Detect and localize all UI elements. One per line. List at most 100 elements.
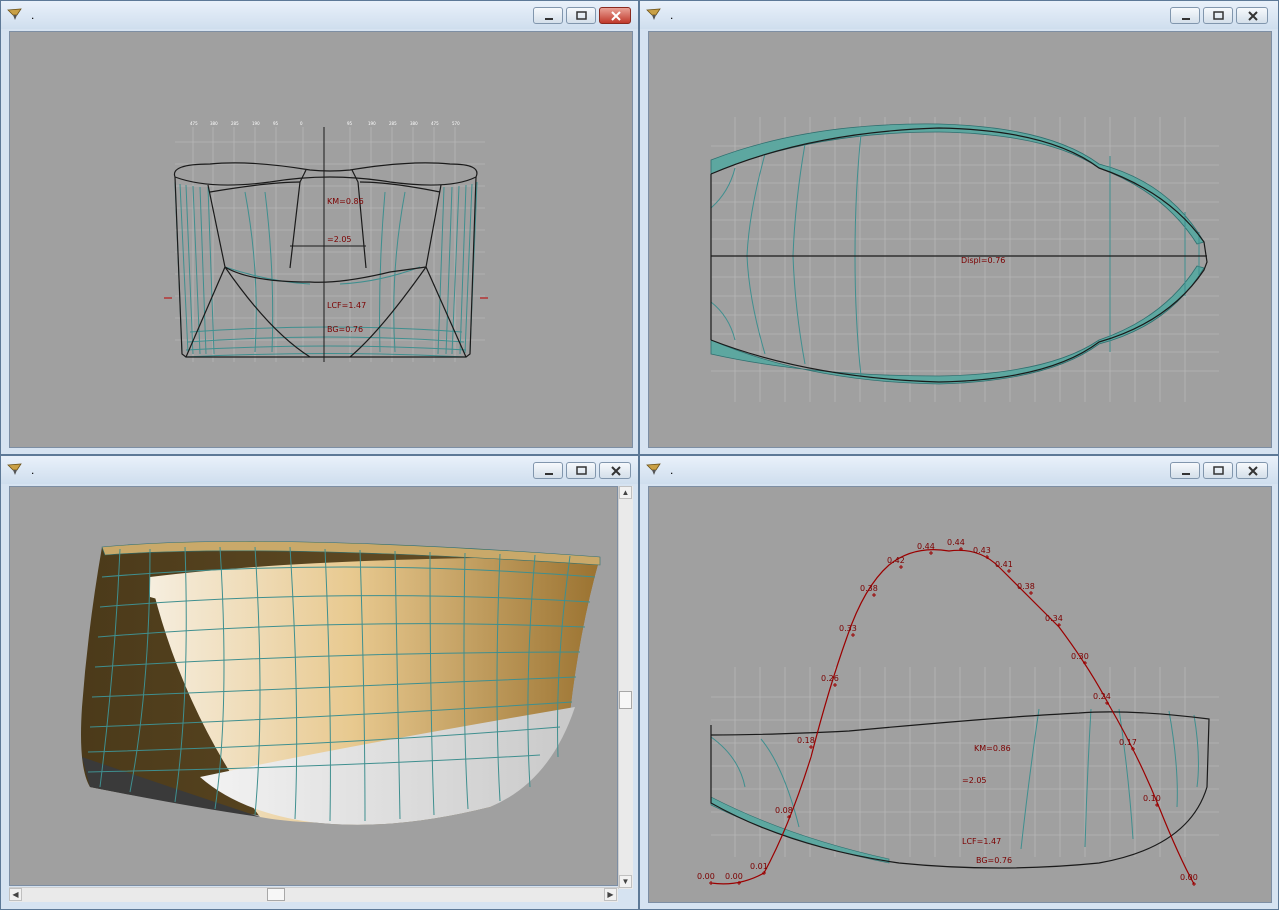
- close-button[interactable]: [1236, 7, 1268, 24]
- scroll-right-button[interactable]: ▶: [604, 888, 617, 901]
- app-icon: [646, 463, 661, 475]
- svg-text:475: 475: [431, 121, 439, 126]
- profile-view-window: . KM=0.86 =2.05 LCF=1.47 BG=0.76 0.00 0.…: [639, 455, 1279, 910]
- curve-point-marker: [709, 881, 713, 885]
- window-title: .: [670, 463, 674, 477]
- curve-point-label: 0.08: [775, 806, 793, 815]
- plan-view-window: . Displ=0.76: [639, 0, 1279, 455]
- curve-point-marker: [899, 565, 903, 569]
- app-icon: [646, 8, 661, 20]
- scroll-thumb[interactable]: [267, 888, 285, 901]
- svg-text:95: 95: [273, 121, 279, 126]
- render-view-canvas[interactable]: [9, 486, 618, 886]
- svg-text:570: 570: [452, 121, 460, 126]
- close-button[interactable]: [599, 462, 631, 479]
- title-bar[interactable]: .: [640, 1, 1278, 29]
- kb-label: =2.05: [962, 776, 987, 785]
- profile-stations: [710, 708, 1199, 850]
- scroll-left-button[interactable]: ◀: [9, 888, 22, 901]
- svg-text:190: 190: [252, 121, 260, 126]
- displacement-label: Displ=0.76: [961, 256, 1005, 265]
- svg-text:475: 475: [190, 121, 198, 126]
- curve-point-marker: [929, 551, 933, 555]
- kb-label: =2.05: [327, 235, 352, 244]
- curve-point-marker: [833, 683, 837, 687]
- km-label: KM=0.86: [974, 744, 1011, 753]
- title-bar[interactable]: .: [1, 456, 638, 484]
- curve-point-label: 0.43: [973, 546, 991, 555]
- title-bar[interactable]: .: [1, 1, 638, 29]
- window-title: .: [670, 8, 674, 22]
- curve-point-label: 0.00: [697, 872, 715, 881]
- curve-point-label: 0.00: [1180, 873, 1198, 882]
- curve-point-label: 0.34: [1045, 614, 1063, 623]
- lcf-label: LCF=1.47: [327, 301, 366, 310]
- curve-point-label: 0.44: [917, 542, 935, 551]
- window-title: .: [31, 8, 35, 22]
- svg-text:0: 0: [300, 121, 303, 126]
- maximize-button[interactable]: [566, 462, 596, 479]
- app-icon: [7, 463, 22, 475]
- km-label: KM=0.86: [327, 197, 364, 206]
- title-bar[interactable]: .: [640, 456, 1278, 484]
- render-view-window: . ▲ ▼ ◀ ▶: [0, 455, 639, 910]
- app-icon: [7, 8, 22, 20]
- maximize-button[interactable]: [1203, 462, 1233, 479]
- hull-stations: [710, 133, 1200, 377]
- curve-point-marker: [872, 593, 876, 597]
- plan-markers: Displ=0.76: [961, 256, 1005, 265]
- vertical-scrollbar[interactable]: ▲ ▼: [618, 486, 633, 889]
- curve-point-marker: [809, 745, 813, 749]
- front-view-window: . 475 380 285 190 95 0 95 190 285 380 47…: [0, 0, 639, 455]
- scroll-down-button[interactable]: ▼: [619, 875, 632, 888]
- svg-text:285: 285: [389, 121, 397, 126]
- curve-line: [710, 549, 1195, 885]
- maximize-button[interactable]: [566, 7, 596, 24]
- curve-point-label: 0.30: [1071, 652, 1089, 661]
- curve-point-label: 0.24: [1093, 692, 1111, 701]
- curve-point-label: 0.41: [995, 560, 1013, 569]
- grid: [711, 667, 1219, 857]
- curve-point-label: 0.01: [750, 862, 768, 871]
- svg-text:380: 380: [210, 121, 218, 126]
- bg-label: BG=0.76: [976, 856, 1012, 865]
- curve-point-marker: [1007, 569, 1011, 573]
- svg-text:380: 380: [410, 121, 418, 126]
- curve-point-label: 0.18: [797, 736, 815, 745]
- minimize-button[interactable]: [533, 462, 563, 479]
- minimize-button[interactable]: [1170, 462, 1200, 479]
- curve-point-label: 0.10: [1143, 794, 1161, 803]
- close-button[interactable]: [1236, 462, 1268, 479]
- profile-view-canvas[interactable]: KM=0.86 =2.05 LCF=1.47 BG=0.76 0.00 0.00 0…: [648, 486, 1272, 903]
- window-title: .: [31, 463, 35, 477]
- svg-text:95: 95: [347, 121, 353, 126]
- curve-point-label: 0.33: [839, 624, 857, 633]
- profile-band: [710, 796, 890, 864]
- plan-view-canvas[interactable]: Displ=0.76: [648, 31, 1272, 448]
- scroll-thumb[interactable]: [619, 691, 632, 709]
- curve-point-label: 0.00: [725, 872, 743, 881]
- horizontal-scrollbar[interactable]: ◀ ▶: [9, 887, 618, 902]
- curve-point-label: 0.17: [1119, 738, 1137, 747]
- front-view-canvas[interactable]: 475 380 285 190 95 0 95 190 285 380 475 570 KM=0…: [9, 31, 633, 448]
- minimize-button[interactable]: [533, 7, 563, 24]
- curve-point-marker: [1029, 591, 1033, 595]
- curve-point-label: 0.44: [947, 538, 965, 547]
- svg-text:190: 190: [368, 121, 376, 126]
- hydro-markers: KM=0.86 =2.05 LCF=1.47 BG=0.76: [327, 197, 366, 334]
- curve-point-label: 0.38: [860, 584, 878, 593]
- hull-render: [81, 541, 601, 825]
- scroll-up-button[interactable]: ▲: [619, 486, 632, 499]
- minimize-button[interactable]: [1170, 7, 1200, 24]
- svg-text:285: 285: [231, 121, 239, 126]
- profile-hydro-labels: KM=0.86 =2.05 LCF=1.47 BG=0.76: [962, 744, 1012, 865]
- lcf-label: LCF=1.47: [962, 837, 1001, 846]
- hull-outline: [710, 127, 1208, 383]
- curve-point-marker: [851, 633, 855, 637]
- front-tick-labels: 475 380 285 190 95 0 95 190 285 380 475 570: [190, 121, 460, 126]
- bg-label: BG=0.76: [327, 325, 363, 334]
- curve-point-label: 0.42: [887, 556, 905, 565]
- close-button[interactable]: [599, 7, 631, 24]
- curve-point-label: 0.38: [1017, 582, 1035, 591]
- maximize-button[interactable]: [1203, 7, 1233, 24]
